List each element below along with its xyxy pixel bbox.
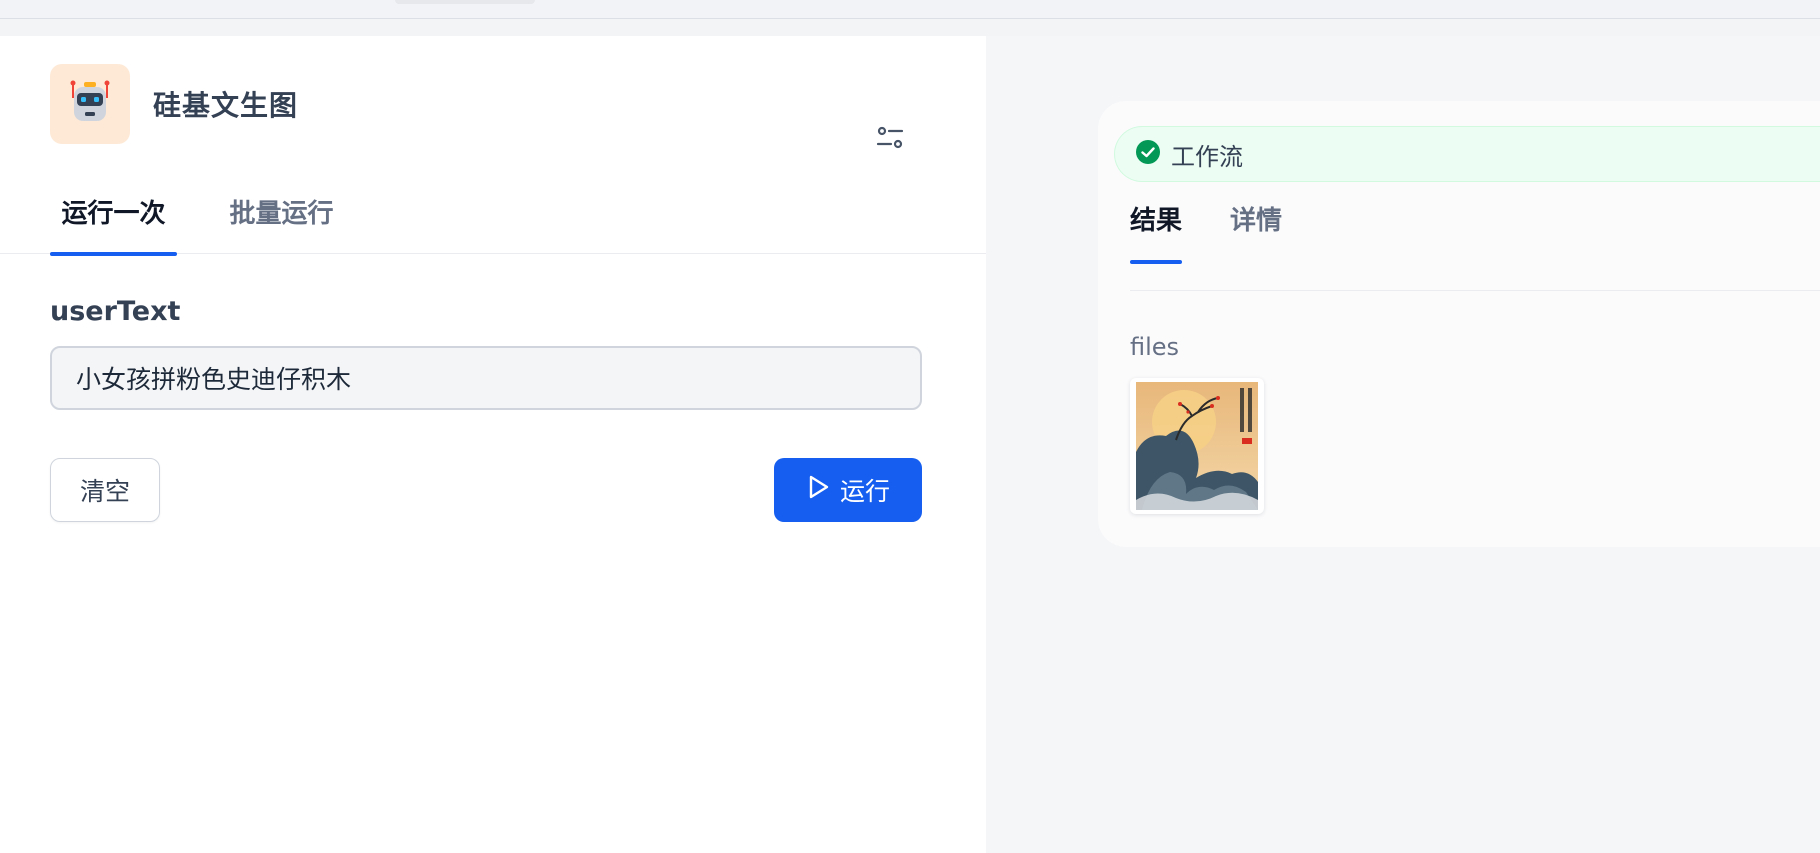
tab-result[interactable]: 结果 xyxy=(1130,200,1182,266)
check-circle-icon xyxy=(1135,139,1161,169)
top-bar-handle xyxy=(395,0,535,4)
workflow-status-label: 工作流 xyxy=(1171,142,1243,171)
clear-button[interactable]: 清空 xyxy=(50,458,160,522)
tab-detail[interactable]: 详情 xyxy=(1230,200,1284,266)
tab-batch-run-label: 批量运行 xyxy=(229,199,334,229)
tab-run-once[interactable]: 运行一次 xyxy=(50,153,177,256)
tab-result-label: 结果 xyxy=(1130,206,1183,236)
generated-image-thumbnail[interactable] xyxy=(1130,378,1264,514)
sliders-icon xyxy=(875,123,905,157)
tab-detail-label: 详情 xyxy=(1230,206,1283,236)
tab-batch-run[interactable]: 批量运行 xyxy=(224,153,339,254)
workflow-status-badge[interactable]: 工作流 xyxy=(1114,126,1820,182)
top-bar xyxy=(0,0,1820,19)
tab-run-once-label: 运行一次 xyxy=(61,199,166,229)
run-button[interactable]: 运行 xyxy=(774,458,922,522)
files-label: files xyxy=(1130,333,1180,361)
run-button-label: 运行 xyxy=(839,477,890,506)
clear-button-label: 清空 xyxy=(79,477,130,506)
app-avatar xyxy=(50,64,130,144)
usertext-label: userText xyxy=(50,296,181,327)
settings-button[interactable] xyxy=(870,120,910,160)
app-title: 硅基文生图 xyxy=(153,89,299,122)
usertext-input[interactable] xyxy=(50,346,922,410)
result-tabs: 结果 详情 xyxy=(1130,200,1820,291)
play-icon xyxy=(806,474,830,506)
generated-image xyxy=(1136,382,1258,510)
run-mode-tabs: 运行一次 批量运行 xyxy=(0,193,986,256)
robot-icon xyxy=(64,76,116,132)
